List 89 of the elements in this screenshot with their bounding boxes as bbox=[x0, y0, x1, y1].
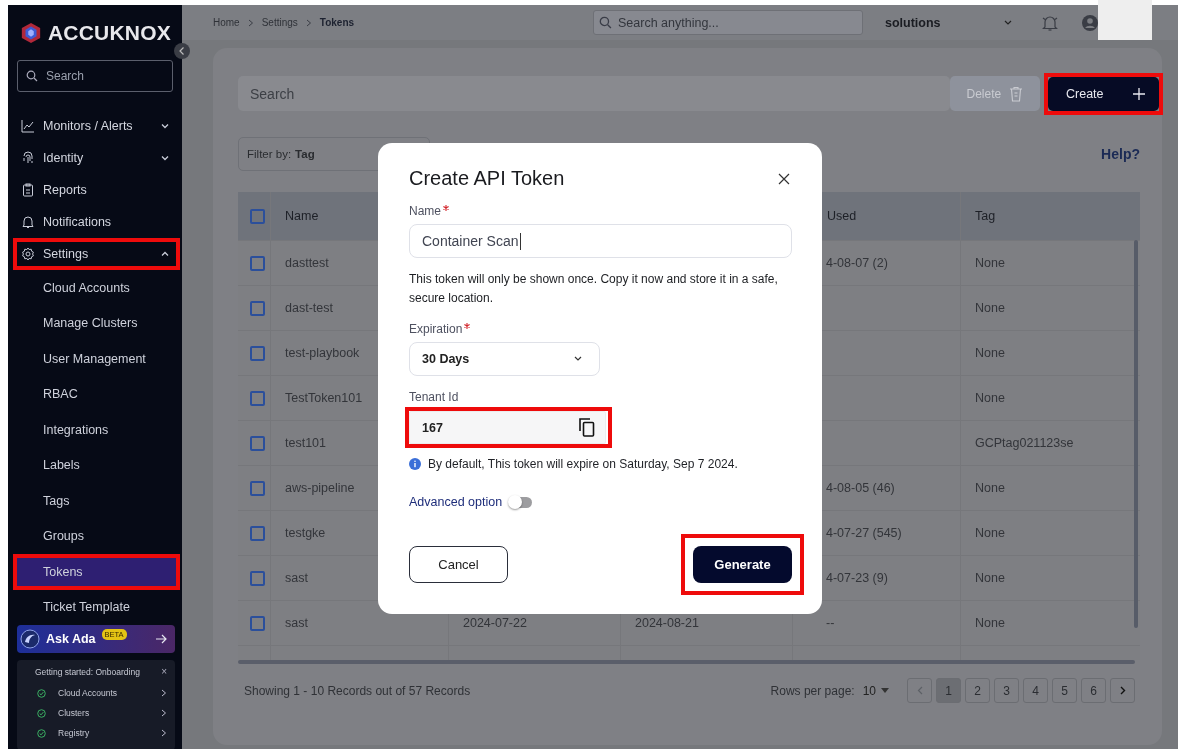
scrollbar[interactable] bbox=[1134, 240, 1138, 628]
nav-subitem[interactable]: Groups bbox=[17, 522, 176, 550]
generate-button[interactable]: Generate bbox=[693, 546, 792, 583]
input-field[interactable]: Container Scan bbox=[409, 224, 792, 258]
nav-subitem[interactable]: Integrations bbox=[17, 416, 176, 444]
nav-item[interactable]: Identity bbox=[17, 146, 176, 170]
search-field[interactable]: Search anything... bbox=[593, 10, 863, 35]
nav-subitem[interactable]: Tags bbox=[17, 487, 176, 515]
search-field[interactable]: Search bbox=[238, 76, 950, 111]
collapse-icon[interactable] bbox=[174, 43, 190, 59]
chevron-right-icon bbox=[161, 709, 167, 717]
nav-subitem[interactable]: RBAC bbox=[17, 380, 176, 408]
tenant-id-field[interactable]: 167 bbox=[409, 411, 606, 444]
page-button[interactable]: 2 bbox=[965, 678, 990, 703]
scrollbar[interactable] bbox=[238, 660, 1135, 664]
arrow-right-icon bbox=[155, 634, 167, 644]
hexagon-logo-icon bbox=[20, 21, 42, 44]
rows-per-page-label: Rows per page: bbox=[770, 683, 855, 698]
onboarding-title: Getting started: Onboarding bbox=[34, 666, 140, 677]
nav-subitem[interactable]: Cloud Accounts bbox=[17, 274, 176, 302]
nav-item[interactable]: Settings bbox=[17, 242, 176, 266]
settings-icon bbox=[21, 247, 35, 261]
checkbox[interactable] bbox=[250, 570, 265, 586]
chevron-right-icon bbox=[305, 18, 312, 27]
checkbox[interactable] bbox=[250, 480, 265, 496]
rows-per-page-dropdown[interactable]: 10 bbox=[862, 683, 889, 698]
checkbox[interactable] bbox=[250, 300, 265, 316]
checkbox[interactable] bbox=[250, 255, 265, 271]
nav-subitem[interactable]: Tokens bbox=[17, 558, 176, 586]
text-cursor bbox=[519, 232, 521, 250]
close-icon[interactable] bbox=[778, 172, 790, 185]
records-summary: Showing 1 - 10 Records out of 57 Records bbox=[244, 683, 471, 698]
logo-text: ACCUKNOX bbox=[48, 20, 171, 45]
organization-dropdown[interactable]: solutions bbox=[885, 15, 1013, 30]
nav-subitem[interactable]: Manage Clusters bbox=[17, 309, 176, 337]
search-field[interactable]: Search bbox=[17, 60, 173, 92]
previous-page-button[interactable] bbox=[907, 678, 932, 703]
chevron-right-icon bbox=[161, 729, 167, 737]
caret-down-icon bbox=[881, 688, 889, 693]
blank-block bbox=[1098, 0, 1152, 40]
chart-icon bbox=[21, 119, 35, 133]
close-button[interactable]: × bbox=[161, 666, 167, 677]
nav-item[interactable]: Notifications bbox=[17, 210, 176, 234]
checkbox[interactable] bbox=[250, 390, 265, 406]
onboarding-step[interactable]: Cloud Accounts bbox=[58, 688, 161, 698]
field-label: Name bbox=[409, 204, 441, 218]
nav-subitem[interactable]: Labels bbox=[17, 451, 176, 479]
bell-icon bbox=[21, 215, 35, 229]
page-button[interactable]: 4 bbox=[1023, 678, 1048, 703]
next-page-button[interactable] bbox=[1110, 678, 1135, 703]
bell-icon[interactable] bbox=[1041, 13, 1059, 32]
breadcrumb-link[interactable]: Tokens bbox=[319, 17, 355, 28]
chevron-down-icon bbox=[573, 355, 583, 363]
ask-ada-label: Ask Ada bbox=[46, 632, 96, 646]
toggle-switch[interactable] bbox=[510, 496, 533, 508]
nav-item[interactable]: Monitors / Alerts bbox=[17, 114, 176, 138]
chevron-down-icon bbox=[1003, 18, 1013, 27]
onboarding-step[interactable]: Clusters bbox=[58, 708, 161, 718]
fingerprint-icon bbox=[21, 151, 35, 165]
expiration-dropdown[interactable]: 30 Days bbox=[409, 342, 600, 376]
chevron-left-icon bbox=[916, 686, 923, 695]
trash-icon bbox=[1009, 85, 1024, 102]
checkbox[interactable] bbox=[250, 208, 265, 224]
page-button[interactable]: 6 bbox=[1081, 678, 1106, 703]
plus-icon bbox=[1133, 87, 1145, 100]
checkbox[interactable] bbox=[250, 525, 265, 541]
cancel-button[interactable]: Cancel bbox=[409, 546, 508, 583]
create-button[interactable]: Create bbox=[1048, 76, 1159, 111]
onboarding-step[interactable]: Registry bbox=[58, 728, 161, 738]
chevron-right-icon bbox=[247, 18, 254, 27]
assistant-icon bbox=[20, 629, 40, 649]
nav-subitem[interactable]: User Management bbox=[17, 345, 176, 373]
clipboard-icon bbox=[21, 183, 35, 197]
checkbox[interactable] bbox=[250, 615, 265, 631]
checkbox[interactable] bbox=[250, 345, 265, 361]
copy-icon[interactable] bbox=[579, 418, 595, 437]
checkbox[interactable] bbox=[250, 435, 265, 451]
chevron-right-icon bbox=[1119, 686, 1126, 695]
search-icon bbox=[26, 70, 38, 82]
nav-item[interactable]: Reports bbox=[17, 178, 176, 202]
page-button[interactable]: 3 bbox=[994, 678, 1019, 703]
user-avatar-icon[interactable] bbox=[1081, 13, 1099, 32]
column-header: Tag bbox=[960, 192, 1135, 240]
search-icon bbox=[599, 16, 612, 29]
chevron-right-icon bbox=[161, 689, 167, 697]
info-icon bbox=[409, 458, 421, 470]
help-link[interactable]: Help? bbox=[1101, 146, 1140, 162]
page-button[interactable]: 5 bbox=[1052, 678, 1077, 703]
nav-subitem[interactable]: Ticket Template bbox=[17, 593, 176, 621]
